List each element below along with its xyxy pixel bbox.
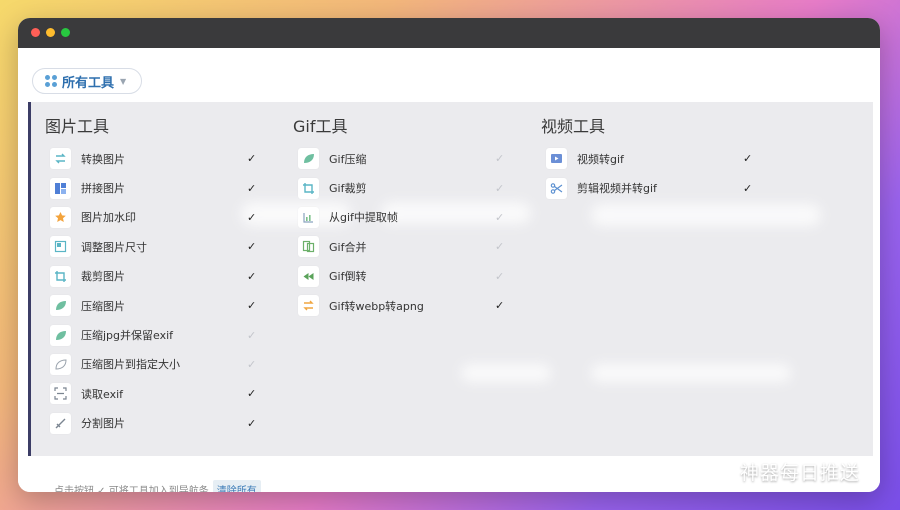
- add-to-nav-check-button[interactable]: ✓: [247, 270, 256, 283]
- window-titlebar: [18, 18, 880, 48]
- tool-item[interactable]: Gif压缩 ✓: [293, 144, 523, 173]
- tool-item-label: 分割图片: [81, 417, 125, 431]
- tool-item-label: Gif转webp转apng: [329, 299, 424, 313]
- zoom-window-button[interactable]: [61, 28, 70, 37]
- tools-menu-panel: 图片工具 转换图片 ✓ 拼接图片 ✓ 图片加水印 ✓ 调整图片尺寸 ✓ 裁剪图片 ✓ 压缩图片 ✓ 压缩…: [28, 102, 873, 456]
- column-title: 视频工具: [541, 117, 606, 136]
- tool-item-label: Gif倒转: [329, 270, 367, 284]
- column-title: Gif工具: [293, 117, 348, 136]
- footer-hint-text: 点击按钮 ✓ 可将工具加入到导航条: [54, 486, 209, 492]
- clear-all-button[interactable]: 清除所有: [212, 480, 261, 492]
- tool-item-label: Gif压缩: [329, 152, 367, 166]
- tool-item-label: Gif裁剪: [329, 182, 367, 196]
- tool-item-label: 压缩图片到指定大小: [81, 358, 180, 372]
- resize-icon: [50, 236, 71, 258]
- add-to-nav-check-button[interactable]: ✓: [495, 299, 504, 312]
- image-tools-column: 图片工具 转换图片 ✓ 拼接图片 ✓ 图片加水印 ✓ 调整图片尺寸 ✓ 裁剪图片 ✓ 压缩图片 ✓ 压缩…: [45, 116, 275, 438]
- tool-item[interactable]: Gif合并 ✓: [293, 232, 523, 261]
- crop-icon: [298, 177, 319, 199]
- tool-item-label: 读取exif: [81, 387, 124, 401]
- add-to-nav-check-button[interactable]: ✓: [495, 211, 504, 224]
- tool-item-label: 调整图片尺寸: [81, 240, 147, 254]
- caret-down-icon: ▼: [120, 76, 127, 86]
- tool-item-label: 转换图片: [81, 152, 125, 166]
- crop-icon: [50, 265, 71, 287]
- tool-item[interactable]: Gif倒转 ✓: [293, 262, 523, 291]
- add-to-nav-check-button[interactable]: ✓: [495, 270, 504, 283]
- scissors-icon: [546, 177, 567, 199]
- tool-item-label: 图片加水印: [81, 211, 136, 225]
- tool-item-label: 从gif中提取帧: [329, 211, 398, 225]
- watermark: 神器每日推送: [702, 458, 860, 485]
- column-title: 图片工具: [45, 117, 110, 136]
- gif-tools-column: Gif工具 Gif压缩 ✓ Gif裁剪 ✓ 从gif中提取帧 ✓ Gif合并 ✓ Gif倒转 ✓ G…: [293, 116, 523, 320]
- grid-icon: [45, 75, 57, 87]
- watermark-text: 神器每日推送: [740, 462, 861, 484]
- tool-item[interactable]: 视频转gif ✓: [541, 144, 771, 173]
- blurred-region: [591, 364, 791, 382]
- tool-item[interactable]: 转换图片 ✓: [45, 144, 275, 173]
- merge-icon: [298, 236, 319, 258]
- tool-item-label: 拼接图片: [81, 182, 125, 196]
- collage-icon: [50, 177, 71, 199]
- tool-item[interactable]: 拼接图片 ✓: [45, 173, 275, 202]
- tool-item[interactable]: Gif转webp转apng ✓: [293, 291, 523, 320]
- add-to-nav-check-button[interactable]: ✓: [247, 417, 256, 430]
- split-icon: [50, 412, 71, 434]
- tool-item[interactable]: 压缩图片 ✓: [45, 291, 275, 320]
- video-play-icon: [546, 148, 567, 170]
- add-to-nav-check-button[interactable]: ✓: [743, 182, 752, 195]
- tool-item-label: Gif合并: [329, 240, 367, 254]
- compress-outline-icon: [50, 353, 71, 375]
- tool-item[interactable]: 剪辑视频并转gif ✓: [541, 173, 771, 202]
- add-to-nav-check-button[interactable]: ✓: [247, 182, 256, 195]
- blurred-region: [591, 204, 821, 226]
- page-content: 所有工具 ▼ 图片工具 转换图片 ✓ 拼接图片 ✓ 图片加水印 ✓ 调整图片尺寸 ✓ 裁剪图片 ✓…: [18, 48, 880, 492]
- blurred-region: [461, 364, 551, 382]
- tool-item-label: 压缩jpg并保留exif: [81, 329, 174, 343]
- all-tools-dropdown[interactable]: 所有工具 ▼: [32, 68, 142, 94]
- tool-item[interactable]: 图片加水印 ✓: [45, 203, 275, 232]
- all-tools-label: 所有工具: [62, 75, 115, 91]
- tool-item-label: 压缩图片: [81, 299, 125, 313]
- tool-item[interactable]: 压缩jpg并保留exif ✓: [45, 320, 275, 349]
- add-to-nav-check-button[interactable]: ✓: [247, 329, 256, 342]
- close-window-button[interactable]: [31, 28, 40, 37]
- tool-item-label: 裁剪图片: [81, 270, 125, 284]
- minimize-window-button[interactable]: [46, 28, 55, 37]
- add-to-nav-check-button[interactable]: ✓: [495, 240, 504, 253]
- compress-icon: [298, 148, 319, 170]
- tool-item[interactable]: 分割图片 ✓: [45, 409, 275, 438]
- rewind-icon: [298, 265, 319, 287]
- tool-item[interactable]: 压缩图片到指定大小 ✓: [45, 350, 275, 379]
- app-window: 所有工具 ▼ 图片工具 转换图片 ✓ 拼接图片 ✓ 图片加水印 ✓ 调整图片尺寸 ✓ 裁剪图片 ✓…: [18, 18, 880, 492]
- add-to-nav-check-button[interactable]: ✓: [247, 240, 256, 253]
- scan-icon: [50, 383, 71, 405]
- convert-orange-icon: [298, 295, 319, 317]
- tool-item-label: 视频转gif: [577, 152, 624, 166]
- frames-icon: [298, 206, 319, 228]
- convert-icon: [50, 148, 71, 170]
- tool-item[interactable]: 从gif中提取帧 ✓: [293, 203, 523, 232]
- tool-item[interactable]: 调整图片尺寸 ✓: [45, 232, 275, 261]
- compress-icon: [50, 295, 71, 317]
- compress-icon: [50, 324, 71, 346]
- add-to-nav-check-button[interactable]: ✓: [495, 182, 504, 195]
- tool-item[interactable]: 裁剪图片 ✓: [45, 262, 275, 291]
- add-to-nav-check-button[interactable]: ✓: [495, 152, 504, 165]
- tool-item[interactable]: Gif裁剪 ✓: [293, 173, 523, 202]
- footer-hint: 点击按钮 ✓ 可将工具加入到导航条 清除所有: [54, 480, 261, 492]
- add-to-nav-check-button[interactable]: ✓: [247, 358, 256, 371]
- add-to-nav-check-button[interactable]: ✓: [247, 211, 256, 224]
- add-to-nav-check-button[interactable]: ✓: [743, 152, 752, 165]
- wechat-logo-icon: [702, 460, 731, 482]
- tool-item-label: 剪辑视频并转gif: [577, 182, 657, 196]
- add-to-nav-check-button[interactable]: ✓: [247, 152, 256, 165]
- add-to-nav-check-button[interactable]: ✓: [247, 387, 256, 400]
- video-tools-column: 视频工具 视频转gif ✓ 剪辑视频并转gif ✓: [541, 116, 771, 203]
- tool-item[interactable]: 读取exif ✓: [45, 379, 275, 408]
- watermark-icon: [50, 206, 71, 228]
- add-to-nav-check-button[interactable]: ✓: [247, 299, 256, 312]
